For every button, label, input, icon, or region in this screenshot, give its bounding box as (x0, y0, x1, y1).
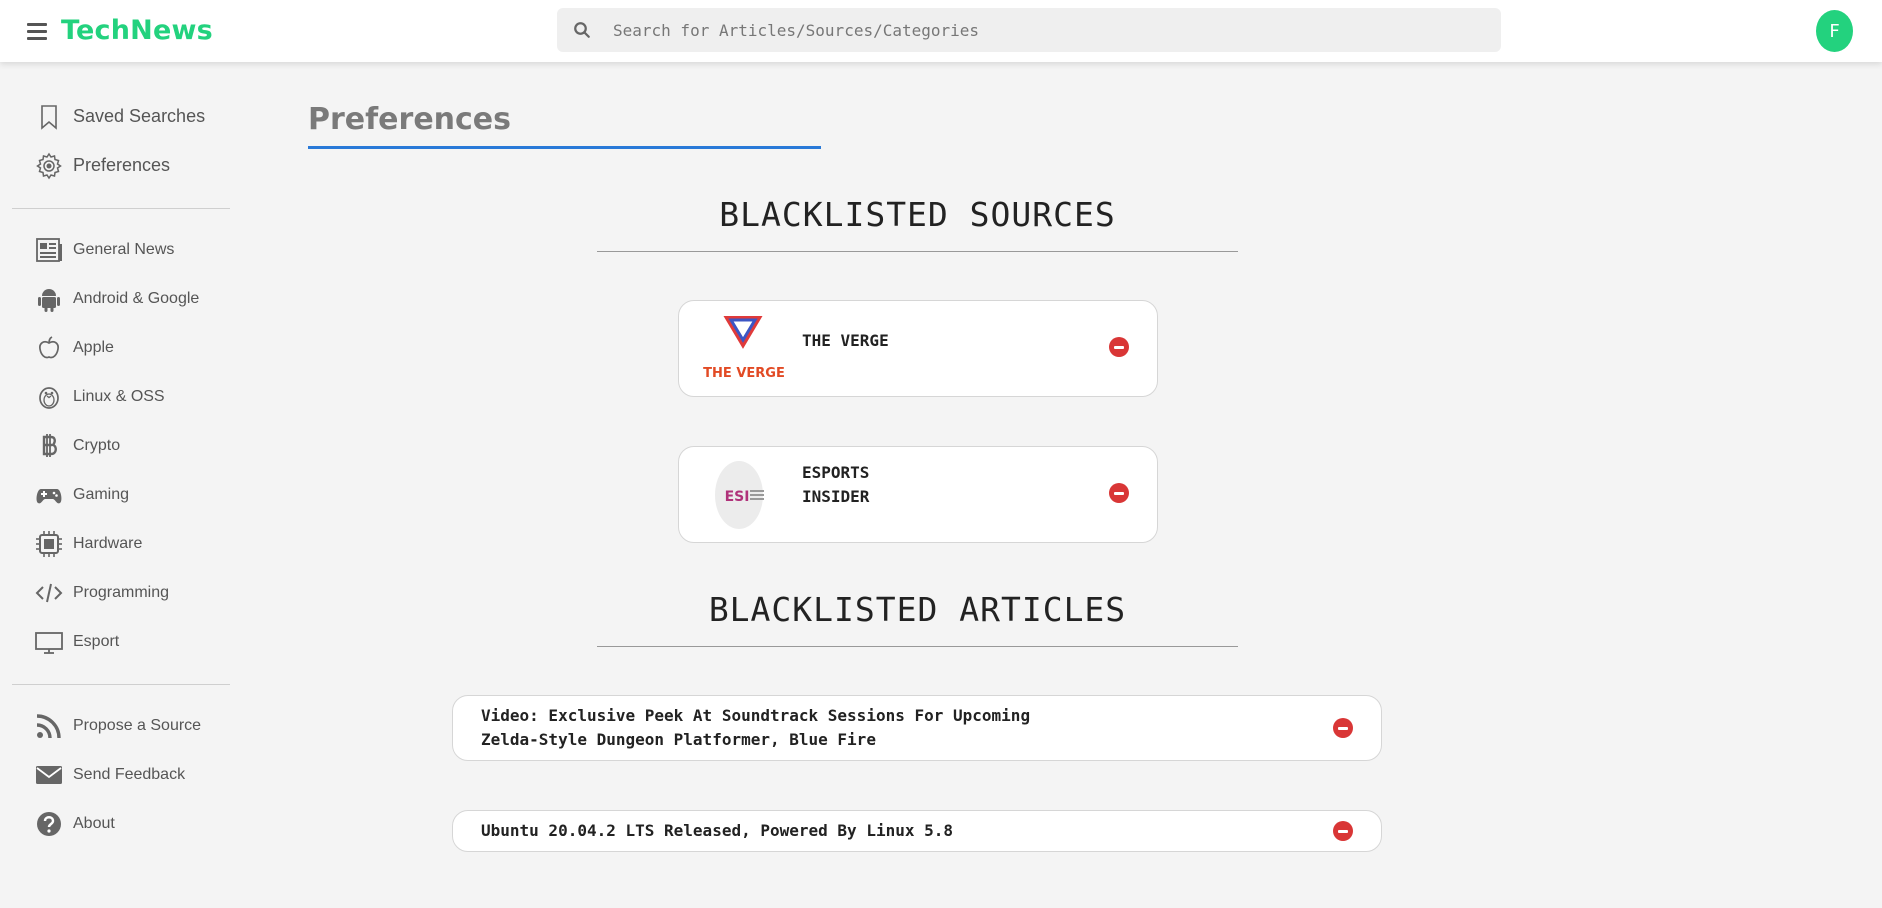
sidebar-item-linux-oss[interactable]: Linux & OSS (12, 372, 230, 421)
gear-icon (35, 152, 63, 180)
page-title: Preferences (308, 102, 512, 137)
search-input[interactable] (613, 8, 1483, 52)
sidebar-divider (12, 684, 230, 685)
sidebar-item-propose-source[interactable]: Propose a Source (12, 701, 230, 750)
article-title-line-2: Zelda-Style Dungeon Platformer, Blue Fir… (481, 730, 876, 749)
sidebar-item-label: Apple (73, 338, 114, 356)
sidebar-item-saved-searches[interactable]: Saved Searches (12, 92, 230, 141)
the-verge-logo: THE VERGE (703, 316, 785, 381)
top-bar: TechNews F (0, 0, 1882, 62)
sidebar-item-programming[interactable]: Programming (12, 568, 230, 617)
source-name-line-1: ESPORTS (802, 463, 870, 482)
sidebar: Saved Searches Preferences General News (12, 92, 230, 848)
penguin-icon (35, 383, 63, 411)
sidebar-item-label: Esport (73, 632, 120, 650)
sidebar-item-android-google[interactable]: Android & Google (12, 274, 230, 323)
source-card-esports-insider: ESI ESPORTS INSIDER (678, 446, 1158, 543)
remove-article-button[interactable] (1333, 821, 1353, 841)
search-icon[interactable] (573, 21, 591, 39)
page-title-underline (308, 146, 821, 149)
sidebar-item-label: Preferences (73, 155, 171, 175)
svg-text:THE VERGE: THE VERGE (703, 366, 785, 381)
rss-icon (35, 712, 63, 740)
sidebar-item-label: Crypto (73, 436, 121, 454)
sidebar-item-label: Send Feedback (73, 765, 186, 783)
sidebar-item-label: Linux & OSS (73, 387, 165, 405)
remove-source-button[interactable] (1109, 483, 1129, 503)
sidebar-item-general-news[interactable]: General News (12, 225, 230, 274)
article-title: Ubuntu 20.04.2 LTS Released, Powered By … (481, 821, 954, 840)
sidebar-item-preferences[interactable]: Preferences (12, 141, 230, 190)
sidebar-item-hardware[interactable]: Hardware (12, 519, 230, 568)
newspaper-icon (35, 236, 63, 264)
monitor-icon (35, 628, 63, 656)
source-name: THE VERGE (802, 331, 889, 350)
bookmark-icon (35, 103, 63, 131)
sidebar-item-label: Gaming (73, 485, 130, 503)
hamburger-menu-icon[interactable] (27, 23, 47, 40)
sidebar-item-send-feedback[interactable]: Send Feedback (12, 750, 230, 799)
brand-logo[interactable]: TechNews (61, 15, 213, 46)
sidebar-item-label: Saved Searches (73, 106, 206, 126)
svg-text:ESI: ESI (725, 489, 750, 505)
sidebar-item-crypto[interactable]: Crypto (12, 421, 230, 470)
blacklisted-sources-heading: BLACKLISTED SOURCES (719, 195, 1116, 234)
android-icon (35, 285, 63, 313)
search-bar (557, 8, 1501, 52)
article-card: Video: Exclusive Peek At Soundtrack Sess… (452, 695, 1382, 761)
blacklisted-articles-heading: BLACKLISTED ARTICLES (708, 590, 1127, 629)
chip-icon (35, 530, 63, 558)
sidebar-item-label: Propose a Source (73, 716, 202, 734)
sidebar-item-about[interactable]: About (12, 799, 230, 848)
section-divider (597, 251, 1238, 252)
source-card-the-verge: THE VERGE THE VERGE (678, 300, 1158, 397)
sidebar-item-label: Android & Google (73, 289, 200, 307)
sidebar-item-label: Programming (73, 583, 170, 601)
code-icon (35, 579, 63, 607)
remove-source-button[interactable] (1109, 337, 1129, 357)
sidebar-item-gaming[interactable]: Gaming (12, 470, 230, 519)
sidebar-item-apple[interactable]: Apple (12, 323, 230, 372)
sidebar-item-esport[interactable]: Esport (12, 617, 230, 666)
article-card: Ubuntu 20.04.2 LTS Released, Powered By … (452, 810, 1382, 852)
sidebar-item-label: Hardware (73, 534, 143, 552)
sidebar-item-label: About (73, 814, 115, 832)
gamepad-icon (35, 481, 63, 509)
sidebar-divider (12, 208, 230, 209)
envelope-icon (35, 761, 63, 789)
remove-article-button[interactable] (1333, 718, 1353, 738)
question-icon (35, 810, 63, 838)
bitcoin-icon (35, 432, 63, 460)
sidebar-item-label: General News (73, 240, 175, 258)
article-title-line-1: Video: Exclusive Peek At Soundtrack Sess… (481, 706, 1031, 725)
esports-insider-logo: ESI (715, 461, 764, 529)
user-avatar[interactable]: F (1816, 10, 1853, 52)
source-name-line-2: INSIDER (802, 487, 870, 506)
section-divider (597, 646, 1238, 647)
apple-icon (35, 334, 63, 362)
